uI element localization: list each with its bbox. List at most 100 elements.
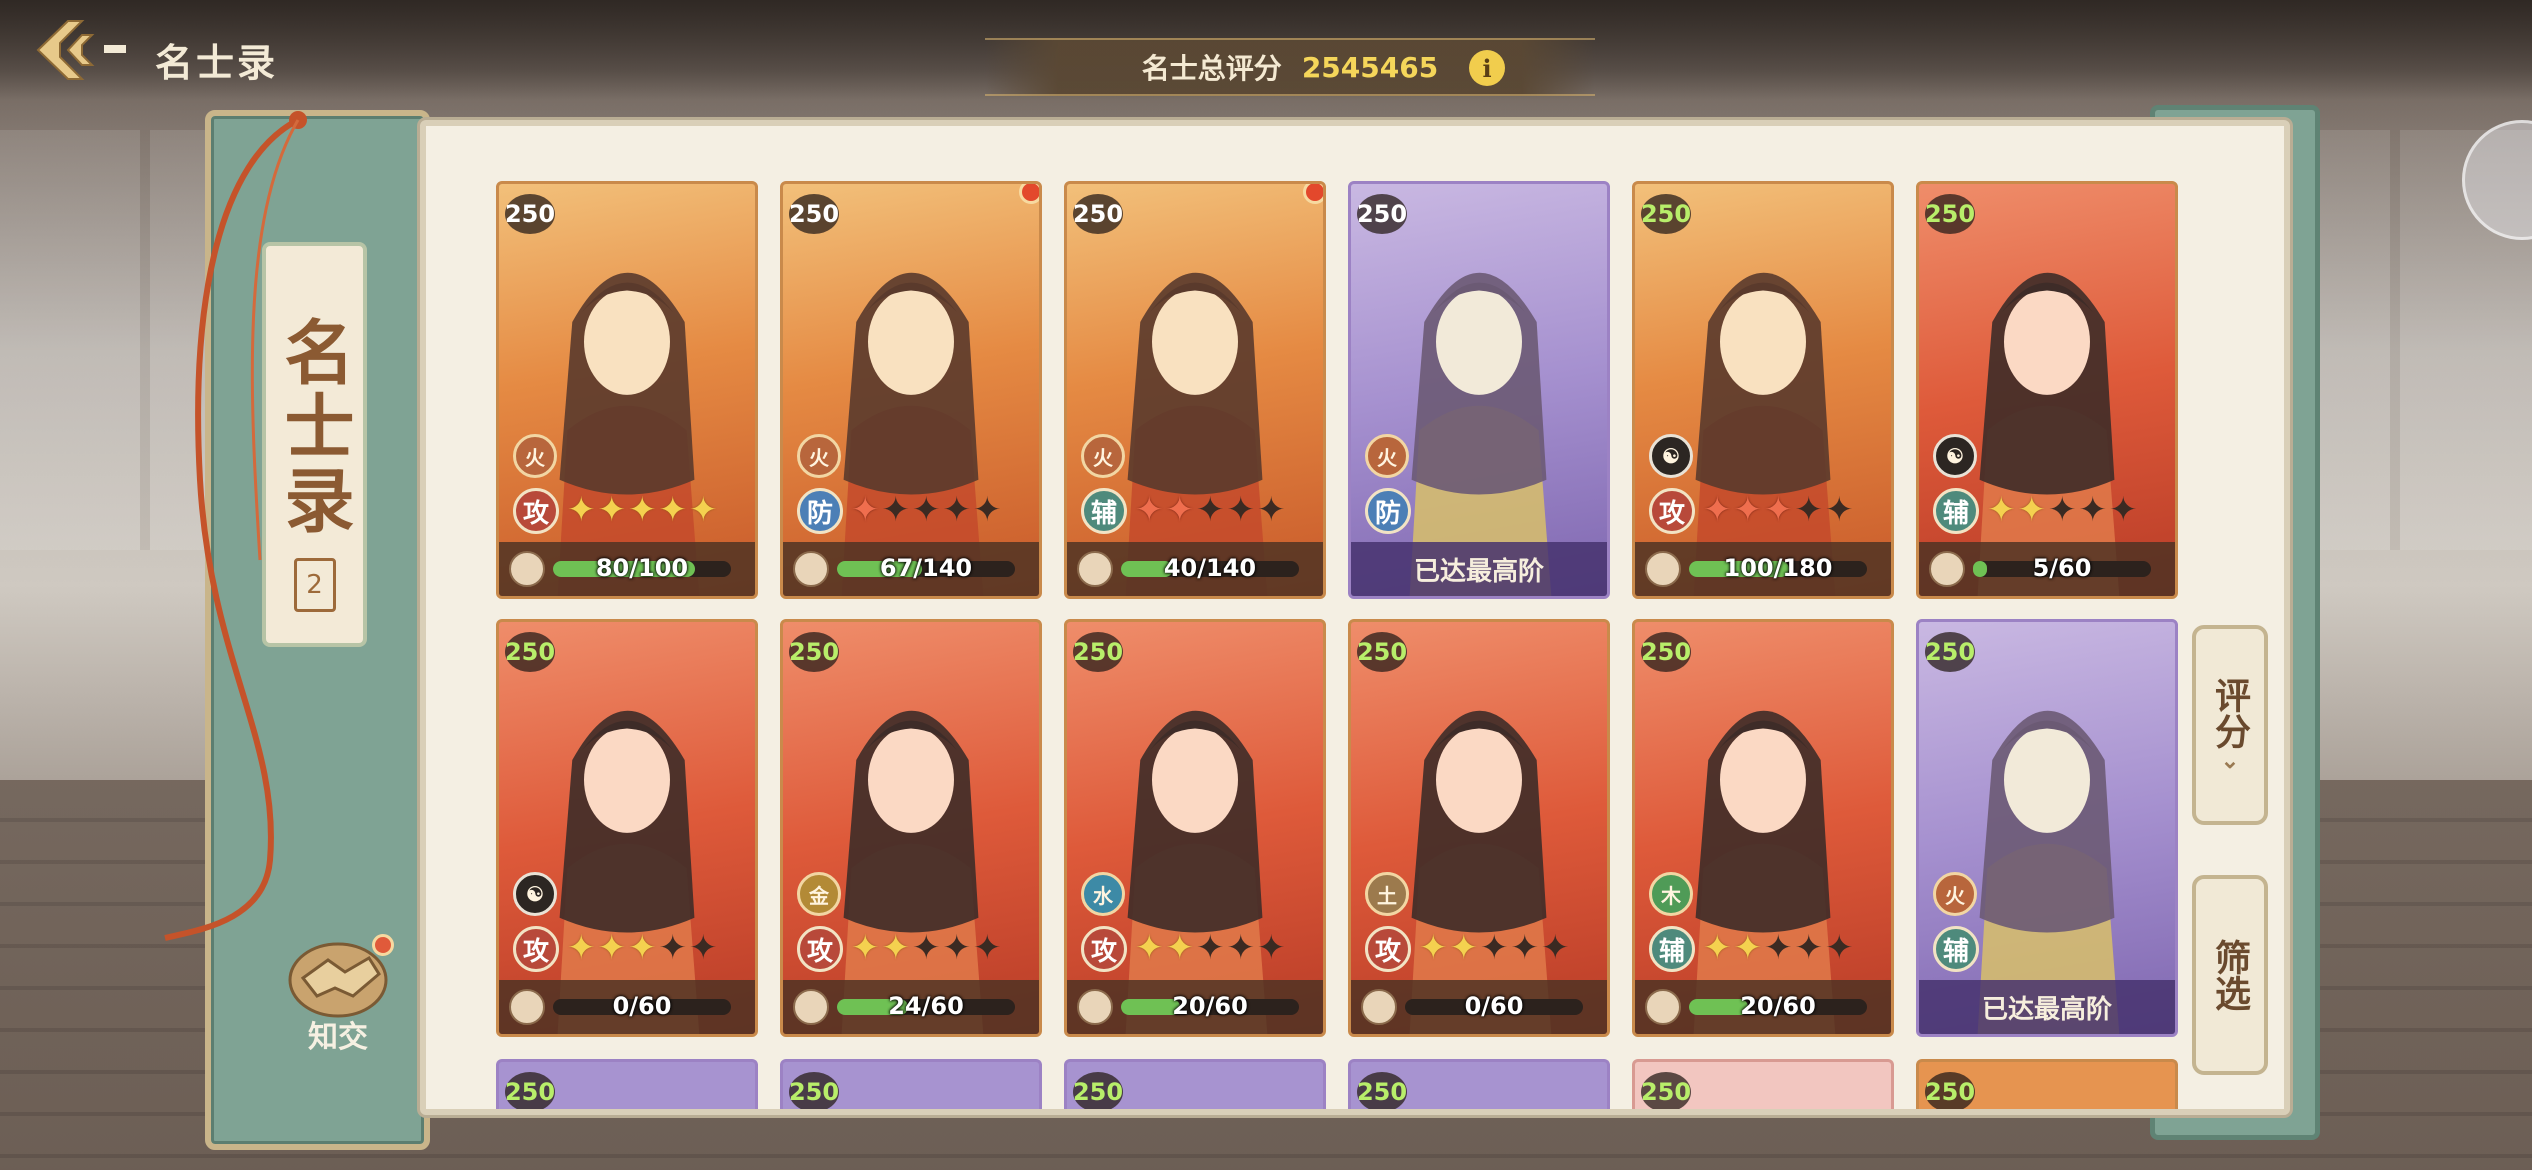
hero-level: 250 (1073, 1072, 1123, 1109)
filter-button[interactable]: 筛选 (2192, 875, 2268, 1075)
element-icon: 金 (797, 872, 841, 916)
hero-card[interactable]: 250 水攻 ✦ ✦ ✦ ✦ ✦ 20/60 (1064, 619, 1326, 1037)
hero-level: 250 (1925, 1072, 1975, 1109)
hero-portrait (1067, 184, 1323, 596)
element-icon: 火 (1081, 434, 1125, 478)
star-icon: ✦ (1257, 928, 1286, 968)
hero-level: 250 (1073, 194, 1123, 234)
star-icon: ✦ (973, 928, 1002, 968)
star-icon: ✦ (2109, 490, 2138, 530)
shard-progress-bar: 67/140 (837, 554, 1015, 582)
info-icon[interactable]: i (1469, 50, 1505, 86)
hero-card-partial[interactable]: 250 (1348, 1059, 1610, 1109)
shard-progress-bar: 20/60 (1689, 992, 1867, 1020)
back-button[interactable] (30, 14, 150, 86)
star-icon: ✦ (851, 928, 880, 968)
hero-card[interactable]: 250 ☯ 攻 ✦ ✦ ✦ ✦ ✦ 100/180 (1632, 181, 1894, 599)
hero-card[interactable]: 250 火辅已达最高阶 (1916, 619, 2178, 1037)
element-icon: ☯ (513, 872, 557, 916)
hero-card[interactable]: 250 金攻 ✦ ✦ ✦ ✦ ✦ 24/60 (780, 619, 1042, 1037)
star-icon: ✦ (1165, 928, 1195, 968)
hero-card-partial[interactable]: 250 (1916, 1059, 2178, 1109)
star-icon: ✦ (881, 490, 911, 530)
star-icon: ✦ (2048, 490, 2077, 530)
hero-card-partial[interactable]: 250 (780, 1059, 1042, 1109)
star-icon: ✦ (1825, 928, 1854, 968)
star-rating: ✦ ✦ ✦ ✦ ✦ (851, 930, 1002, 966)
hero-card[interactable]: 250 火攻 ✦ ✦ ✦ ✦ ✦ 80/100 (496, 181, 758, 599)
hero-portrait (499, 622, 755, 1034)
chevron-down-icon: ⌄ (2220, 748, 2240, 774)
element-icon: 火 (797, 434, 841, 478)
hero-card-grid: 250 火攻 ✦ ✦ ✦ ✦ ✦ 80/100 250 火防 ✦ ✦ ✦ ✦ ✦ 67/140 250 火辅 ✦ ✦ ✦… (496, 181, 2196, 1037)
hero-portrait (783, 184, 1039, 596)
max-rank-label: 已达最高阶 (1351, 542, 1607, 596)
total-score-value: 2545465 (1301, 50, 1439, 84)
shard-progress-text: 80/100 (595, 554, 689, 582)
hero-card-next-row: 250 250 250 250 250 250 (496, 1059, 2196, 1109)
star-icon: ✦ (1196, 928, 1225, 968)
hero-card-footer: 5/60 (1919, 542, 2175, 596)
star-icon: ✦ (942, 928, 972, 968)
star-icon: ✦ (689, 490, 718, 530)
hero-collection-scroll[interactable]: 250 火攻 ✦ ✦ ✦ ✦ ✦ 80/100 250 火防 ✦ ✦ ✦ ✦ ✦ 67/140 250 火辅 ✦ ✦ ✦… (420, 120, 2290, 1115)
shard-avatar-icon (1077, 989, 1113, 1025)
star-icon: ✦ (1510, 928, 1540, 968)
star-icon: ✦ (1733, 928, 1763, 968)
star-icon: ✦ (851, 490, 880, 530)
star-icon: ✦ (689, 928, 718, 968)
hero-card[interactable]: 250 木辅 ✦ ✦ ✦ ✦ ✦ 20/60 (1632, 619, 1894, 1037)
hero-level: 250 (789, 194, 839, 234)
shard-avatar-icon (1929, 551, 1965, 587)
role-badge: 防 (797, 488, 843, 534)
hero-card-partial[interactable]: 250 (496, 1059, 758, 1109)
hero-card[interactable]: 250 ☯ 辅 ✦ ✦ ✦ ✦ ✦ 5/60 (1916, 181, 2178, 599)
shard-progress-bar: 0/60 (553, 992, 731, 1020)
hero-card[interactable]: 250 土攻 ✦ ✦ ✦ ✦ ✦ 0/60 (1348, 619, 1610, 1037)
role-badge: 攻 (1365, 926, 1411, 972)
friends-label: 知交 (308, 1020, 368, 1055)
star-icon: ✦ (628, 490, 657, 530)
star-icon: ✦ (567, 490, 596, 530)
element-icon: 火 (1365, 434, 1409, 478)
element-icon: 水 (1081, 872, 1125, 916)
star-icon: ✦ (2078, 490, 2108, 530)
star-rating: ✦ ✦ ✦ ✦ ✦ (1135, 492, 1286, 528)
hero-card-footer: 80/100 (499, 542, 755, 596)
element-icon: 土 (1365, 872, 1409, 916)
hero-card[interactable]: 250 火防已达最高阶 (1348, 181, 1610, 599)
hero-portrait (499, 184, 755, 596)
notification-dot (1019, 184, 1039, 204)
star-icon: ✦ (1135, 928, 1164, 968)
shard-progress-text: 24/60 (888, 992, 964, 1020)
star-rating: ✦ ✦ ✦ ✦ ✦ (567, 492, 718, 528)
notification-dot (1303, 184, 1323, 204)
hero-card-partial[interactable]: 250 (1632, 1059, 1894, 1109)
star-icon: ✦ (1135, 490, 1164, 530)
shard-avatar-icon (1077, 551, 1113, 587)
role-badge: 辅 (1933, 926, 1979, 972)
hero-card-footer: 24/60 (783, 980, 1039, 1034)
friends-notification-dot (372, 934, 394, 956)
star-icon: ✦ (628, 928, 657, 968)
hero-level: 250 (1641, 194, 1691, 234)
hero-level: 250 (1925, 194, 1975, 234)
sort-by-score-button[interactable]: 评分 ⌄ (2192, 625, 2268, 825)
element-icon: ☯ (1933, 434, 1977, 478)
hero-portrait (1919, 622, 2175, 1034)
hero-portrait (1635, 184, 1891, 596)
role-badge: 辅 (1649, 926, 1695, 972)
friends-button[interactable]: 知交 (278, 930, 398, 1060)
shard-progress-text: 0/60 (612, 992, 672, 1020)
hero-level: 250 (505, 194, 555, 234)
shard-avatar-icon (509, 551, 545, 587)
role-badge: 攻 (513, 926, 559, 972)
hero-card[interactable]: 250 火辅 ✦ ✦ ✦ ✦ ✦ 40/140 (1064, 181, 1326, 599)
hero-card-footer: 0/60 (499, 980, 755, 1034)
hero-card-partial[interactable]: 250 (1064, 1059, 1326, 1109)
hero-card[interactable]: 250 火防 ✦ ✦ ✦ ✦ ✦ 67/140 (780, 181, 1042, 599)
hero-level: 250 (505, 1072, 555, 1109)
star-icon: ✦ (912, 928, 941, 968)
hero-card[interactable]: 250 ☯ 攻 ✦ ✦ ✦ ✦ ✦ 0/60 (496, 619, 758, 1037)
star-rating: ✦ ✦ ✦ ✦ ✦ (1135, 930, 1286, 966)
